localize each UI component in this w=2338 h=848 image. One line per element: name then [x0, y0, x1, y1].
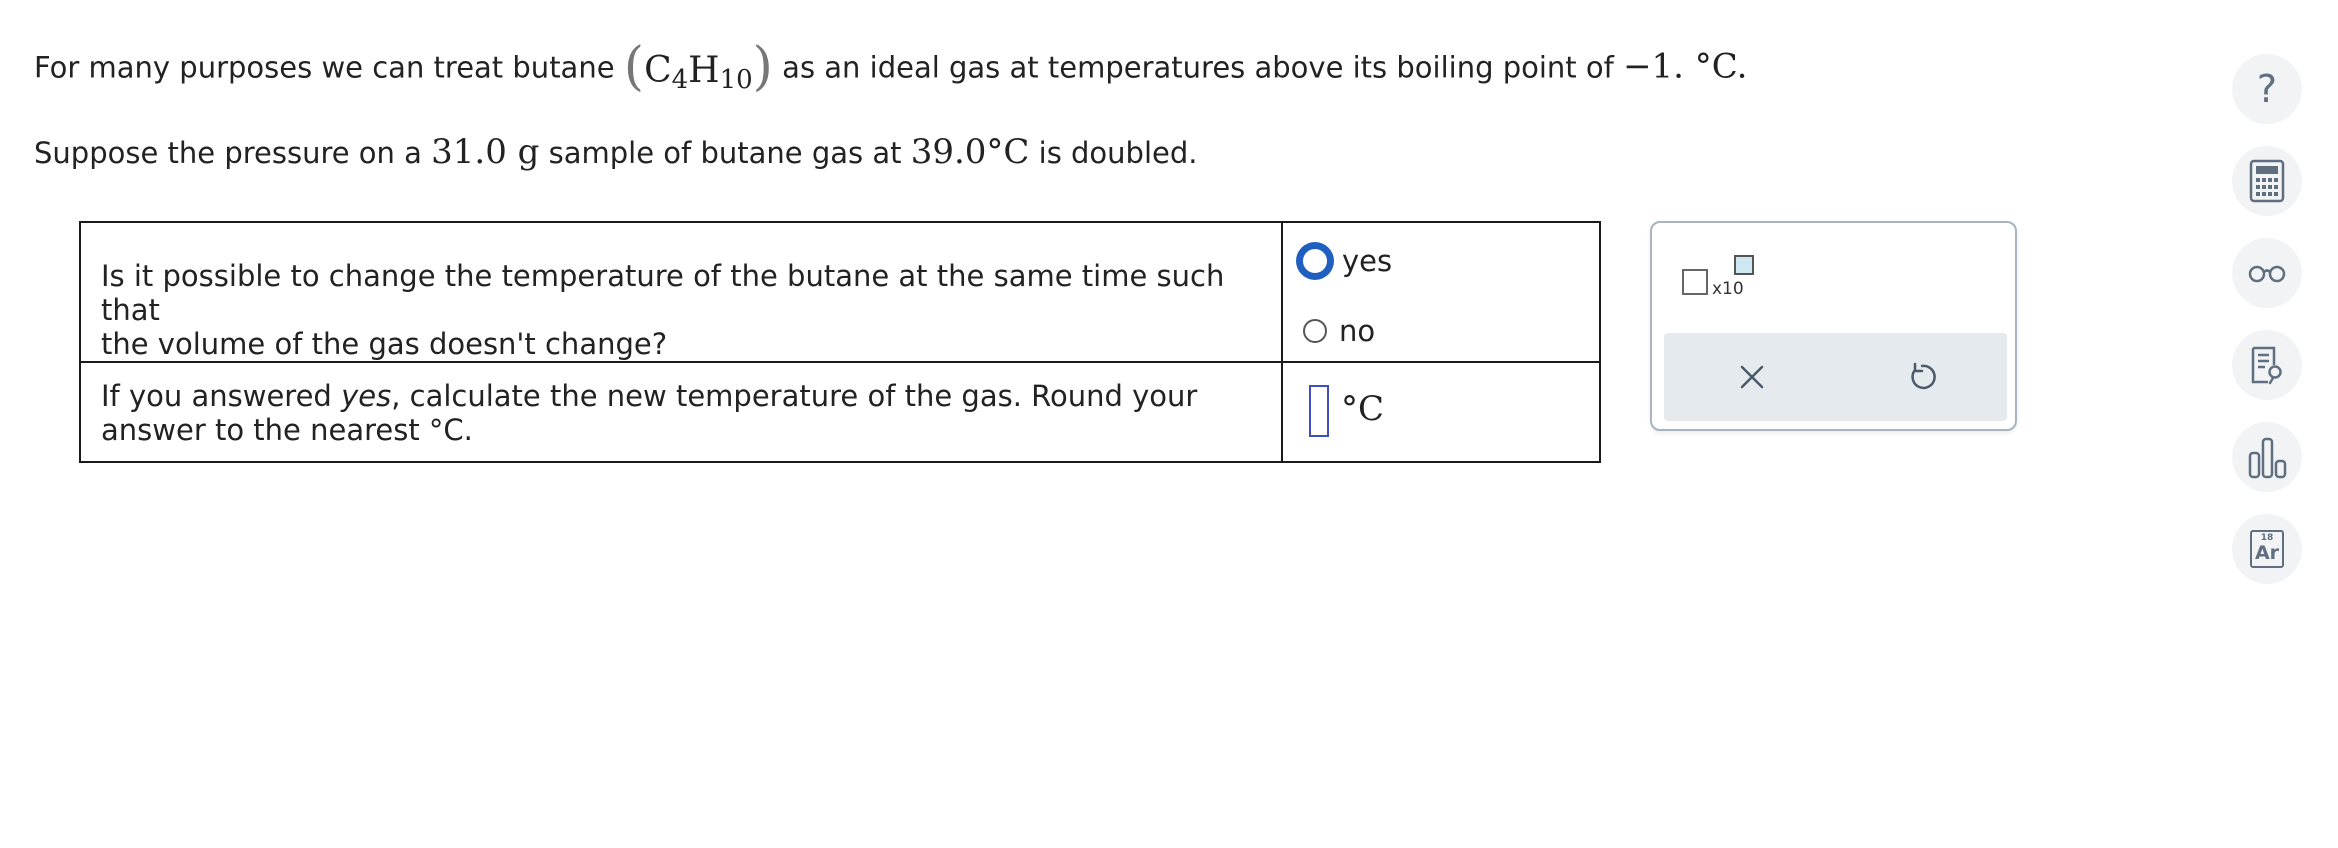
question-2-emph: yes [341, 379, 392, 413]
formula-hydrogen-sub: 10 [719, 65, 753, 95]
periodic-table-button[interactable]: 18 Ar [2232, 514, 2302, 584]
formula-close-paren: ) [752, 37, 773, 97]
periodic-table-icon: 18 Ar [2250, 530, 2284, 568]
sample-mass: 31.0 g [431, 132, 540, 172]
answer-1-cell: yes no [1283, 223, 1599, 361]
option-yes-label: yes [1342, 244, 1393, 278]
butane-formula: (C4H10) [624, 41, 773, 95]
data-chart-button[interactable] [2232, 422, 2302, 492]
periodic-element-symbol: Ar [2254, 542, 2280, 564]
sci-notation-base-icon[interactable] [1682, 269, 1708, 295]
math-tools-panel: x10 [1650, 221, 2017, 431]
sci-notation-label: x10 [1712, 279, 1744, 299]
tools-action-bar [1664, 333, 2007, 421]
undo-icon [1911, 362, 1936, 390]
question-2-after: , calculate the new temperature of the g… [391, 379, 1198, 413]
answer-2-cell: °C [1283, 363, 1599, 461]
help-button[interactable]: ? [2232, 54, 2302, 124]
question-1-text: Is it possible to change the temperature… [101, 259, 1281, 361]
option-no[interactable]: no [1303, 311, 1375, 351]
option-yes[interactable]: yes [1300, 241, 1393, 281]
setup-text: Suppose the pressure on a 31.0 g sample … [34, 132, 1198, 173]
setup-before: Suppose the pressure on a [34, 136, 432, 170]
question-1-line-2: the volume of the gas doesn't change? [101, 327, 668, 361]
question-2-cell: If you answered yes, calculate the new t… [81, 363, 1283, 461]
undo-button[interactable] [1902, 357, 1942, 397]
reference-button[interactable] [2232, 330, 2302, 400]
question-row-2: If you answered yes, calculate the new t… [81, 363, 1599, 461]
intro-after: as an ideal gas at temperatures above it… [772, 50, 1624, 85]
bar-chart-icon [2248, 437, 2287, 479]
intro-text: For many purposes we can treat butane (C… [34, 41, 1748, 95]
question-row-1: Is it possible to change the temperature… [81, 223, 1599, 363]
temperature-unit: °C [1341, 389, 1385, 429]
question-1-cell: Is it possible to change the temperature… [81, 223, 1283, 361]
setup-middle: sample of butane gas at [539, 136, 911, 170]
document-search-icon [2251, 346, 2282, 385]
clear-button[interactable] [1732, 357, 1772, 397]
intro-before: For many purposes we can treat butane [34, 50, 624, 85]
option-no-label: no [1339, 314, 1376, 348]
reading-glasses-button[interactable] [2232, 238, 2302, 308]
question-table: Is it possible to change the temperature… [79, 221, 1601, 463]
formula-carbon: C [644, 50, 672, 91]
glasses-icon [2248, 265, 2286, 283]
temperature-answer-input[interactable] [1309, 385, 1329, 437]
question-2-before: If you answered [101, 379, 342, 413]
close-icon [1740, 365, 1764, 389]
help-icon: ? [2256, 67, 2278, 111]
radio-no-button[interactable] [1303, 319, 1327, 343]
calculator-button[interactable] [2232, 146, 2302, 216]
boiling-point: −1. °C. [1623, 46, 1748, 87]
question-2-text: If you answered yes, calculate the new t… [101, 379, 1197, 447]
setup-after: is doubled. [1029, 136, 1198, 170]
formula-carbon-sub: 4 [671, 65, 689, 95]
question-1-line-1: Is it possible to change the temperature… [101, 259, 1225, 327]
sample-temperature: 39.0°C [910, 132, 1030, 172]
radio-yes-button[interactable] [1300, 246, 1330, 276]
question-2-line-2: answer to the nearest °C. [101, 413, 473, 447]
question-2-line-1: If you answered yes, calculate the new t… [101, 379, 1197, 413]
calculator-icon [2249, 159, 2285, 203]
sci-notation-exponent-icon[interactable] [1734, 255, 1754, 275]
formula-open-paren: ( [623, 37, 645, 97]
formula-hydrogen: H [688, 50, 720, 91]
